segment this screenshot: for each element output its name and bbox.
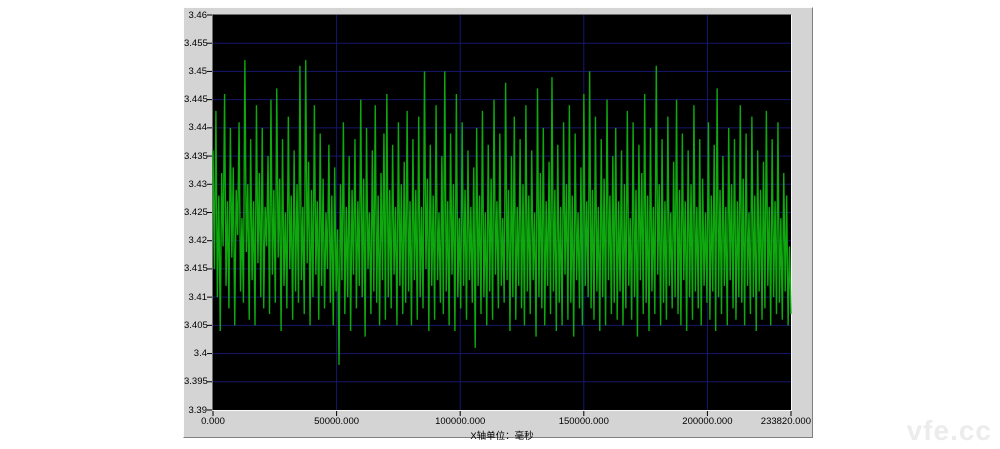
watermark: vfe.cc	[907, 415, 992, 447]
waveform-chart	[184, 8, 814, 439]
chart-panel: X轴单位：毫秒 3.463.4553.453.4453.443.4353.433…	[183, 7, 813, 438]
page: X轴单位：毫秒 3.463.4553.453.4453.443.4353.433…	[0, 0, 1000, 449]
